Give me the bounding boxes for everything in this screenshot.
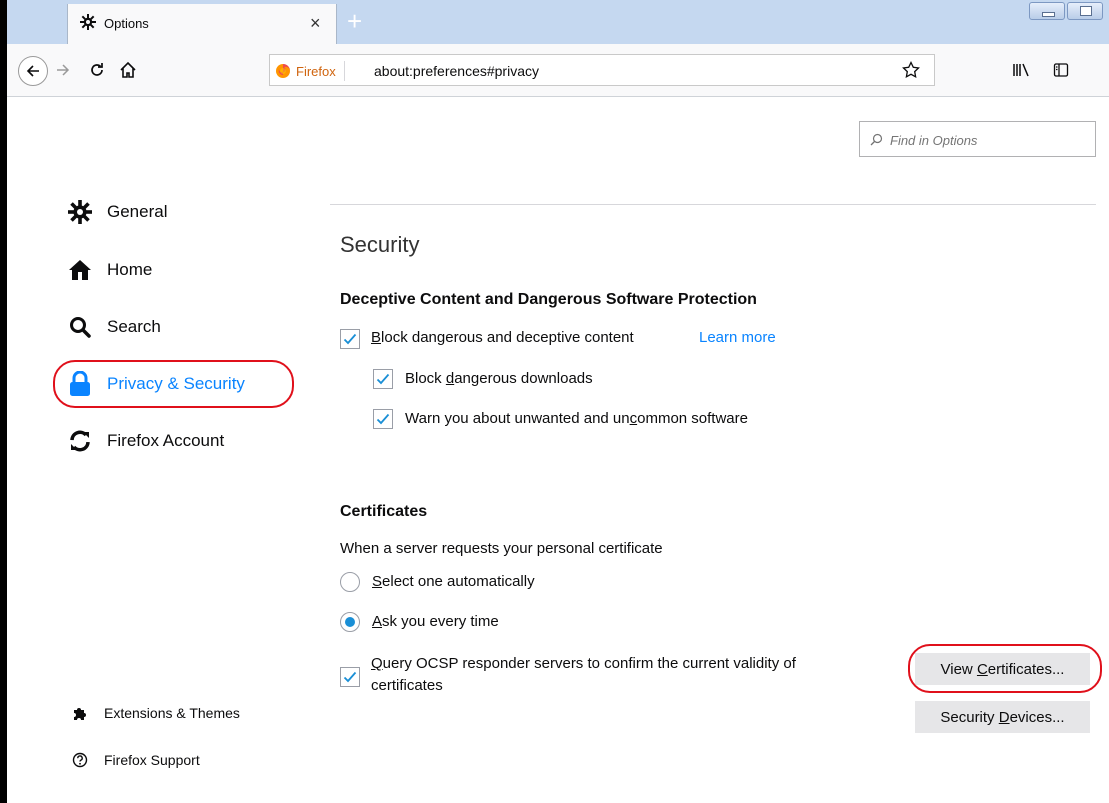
- star-icon: [902, 60, 920, 79]
- reload-button[interactable]: [88, 61, 106, 84]
- view-certificates-button[interactable]: View Certificates...: [915, 653, 1090, 685]
- query-ocsp-label[interactable]: Query OCSP responder servers to confirm …: [371, 653, 796, 697]
- certificates-heading: Certificates: [340, 503, 428, 520]
- checkmark-icon: [343, 671, 357, 683]
- sidebar-item-search[interactable]: Search: [68, 311, 161, 343]
- tab-options[interactable]: Options ×: [67, 4, 337, 44]
- gear-icon: [68, 200, 92, 224]
- minimize-button[interactable]: [1029, 2, 1065, 20]
- tab-title: Options: [104, 16, 149, 31]
- back-button[interactable]: [18, 56, 48, 86]
- sidebar-item-privacy-security[interactable]: Privacy & Security: [68, 368, 245, 400]
- security-devices-button[interactable]: Security Devices...: [915, 701, 1090, 733]
- sidebar-item-label: General: [107, 202, 168, 221]
- sidebar-item-general[interactable]: General: [68, 196, 167, 228]
- block-deceptive-label[interactable]: Block dangerous and deceptive content: [371, 329, 634, 346]
- library-icon: [1013, 63, 1029, 77]
- navigation-toolbar: Firefox about:preferences#privacy: [7, 44, 1109, 97]
- bookmark-star-button[interactable]: [902, 60, 920, 84]
- checkmark-icon: [376, 413, 390, 425]
- sidebar-item-label: Home: [107, 260, 153, 279]
- checkmark-icon: [376, 373, 390, 385]
- query-ocsp-checkbox[interactable]: [340, 667, 360, 687]
- window-frame: [0, 0, 7, 803]
- tab-close-button[interactable]: ×: [310, 13, 321, 34]
- sidebar-footer-label: Firefox Support: [104, 752, 200, 768]
- checkmark-icon: [343, 333, 357, 345]
- sidebar-footer-label: Extensions & Themes: [104, 705, 240, 721]
- block-downloads-checkbox[interactable]: [373, 369, 393, 389]
- section-heading-security: Security: [340, 232, 420, 257]
- sidebar-item-label: Search: [107, 317, 161, 336]
- firefox-logo-icon: [276, 64, 290, 78]
- forward-button[interactable]: [55, 62, 71, 83]
- find-in-options-box[interactable]: [859, 121, 1096, 157]
- identity-box[interactable]: Firefox: [275, 61, 345, 81]
- sidebar-item-extensions-themes[interactable]: Extensions & Themes: [72, 705, 240, 721]
- gear-icon: [80, 14, 96, 35]
- back-arrow-icon: [26, 65, 39, 77]
- home-button[interactable]: [119, 61, 137, 84]
- sidebar-item-firefox-support[interactable]: Firefox Support: [72, 752, 200, 768]
- deceptive-content-heading: Deceptive Content and Dangerous Software…: [340, 291, 757, 308]
- sync-icon: [68, 429, 92, 453]
- maximize-button[interactable]: [1067, 2, 1103, 20]
- ask-every-time-radio[interactable]: [340, 612, 360, 632]
- url-bar[interactable]: Firefox about:preferences#privacy: [269, 54, 935, 86]
- ask-every-time-label[interactable]: Ask you every time: [372, 613, 499, 630]
- warn-unwanted-label[interactable]: Warn you about unwanted and uncommon sof…: [405, 410, 748, 427]
- search-icon: [68, 315, 92, 339]
- new-tab-button[interactable]: +: [347, 6, 362, 37]
- sidebar-item-firefox-account[interactable]: Firefox Account: [68, 425, 224, 457]
- learn-more-link[interactable]: Learn more: [699, 329, 776, 346]
- search-icon: [870, 133, 883, 146]
- home-icon: [68, 258, 92, 282]
- sidebar-item-home[interactable]: Home: [68, 254, 152, 286]
- certificates-description: When a server requests your personal cer…: [340, 540, 663, 557]
- warn-unwanted-checkbox[interactable]: [373, 409, 393, 429]
- sidebar-item-label: Privacy & Security: [107, 374, 245, 393]
- lock-icon: [68, 371, 92, 396]
- sidebars-icon: [1053, 63, 1069, 77]
- sidebar-item-label: Firefox Account: [107, 431, 225, 450]
- title-bar: Options × +: [7, 0, 1109, 44]
- url-text: about:preferences#privacy: [374, 63, 539, 79]
- reload-icon: [91, 63, 103, 76]
- puzzle-icon: [72, 705, 88, 721]
- select-automatically-label[interactable]: Select one automatically: [372, 573, 535, 590]
- forward-arrow-icon: [57, 64, 70, 76]
- find-in-options-input[interactable]: [888, 128, 1092, 152]
- header-divider: [330, 204, 1096, 205]
- window-controls: [1029, 2, 1105, 22]
- select-automatically-radio[interactable]: [340, 572, 360, 592]
- sidebar-toggle-button[interactable]: [1053, 62, 1069, 83]
- identity-label: Firefox: [296, 63, 336, 79]
- block-deceptive-checkbox[interactable]: [340, 329, 360, 349]
- block-downloads-label[interactable]: Block dangerous downloads: [405, 370, 593, 387]
- home-icon: [120, 61, 136, 78]
- radio-selected-dot: [345, 617, 355, 627]
- help-icon: [72, 752, 88, 768]
- library-button[interactable]: [1012, 62, 1030, 83]
